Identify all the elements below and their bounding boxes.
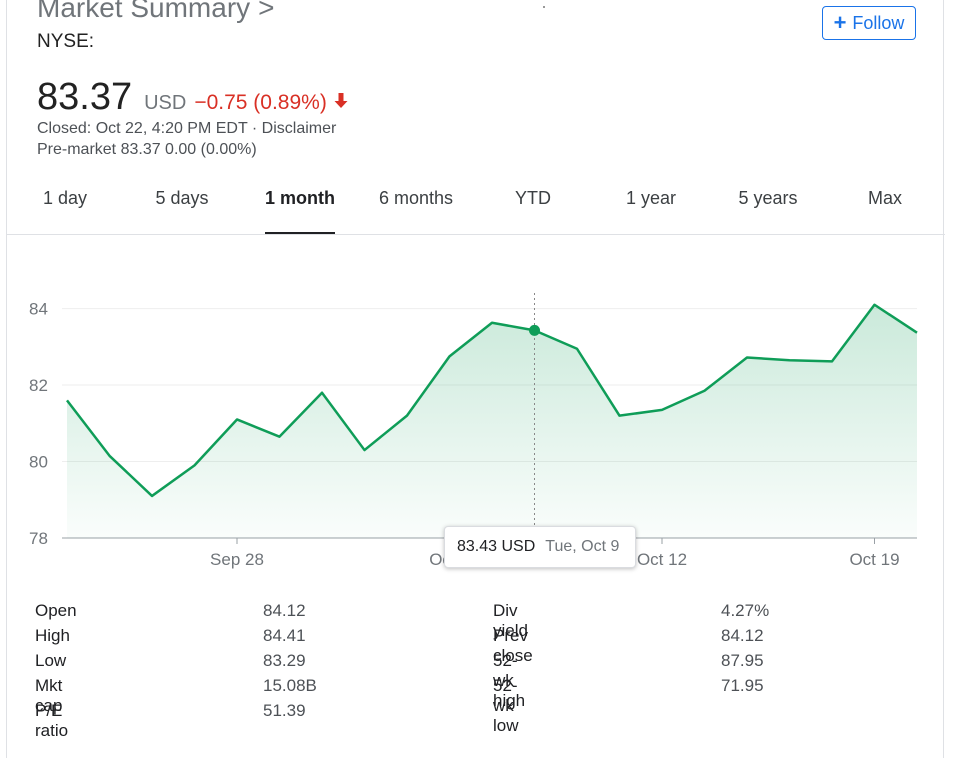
highlight-point: [529, 325, 540, 336]
tab-ytd[interactable]: YTD: [515, 188, 551, 236]
tab-6-months[interactable]: 6 months: [379, 188, 453, 236]
stat-value: 4.27%: [721, 601, 769, 621]
follow-label: Follow: [852, 13, 904, 34]
page-title[interactable]: Market Summary >: [37, 0, 275, 24]
plus-icon: +: [834, 12, 847, 34]
tabs-divider: [7, 234, 945, 235]
x-tick-label: Oct 12: [637, 550, 687, 569]
closed-status: Closed: Oct 22, 4:20 PM EDT · Disclaimer: [37, 120, 336, 138]
stat-value: 84.12: [263, 601, 306, 621]
chart-tooltip: 83.43 USD Tue, Oct 9: [444, 526, 636, 568]
follow-button[interactable]: + Follow: [822, 6, 916, 40]
stat-value: 71.95: [721, 676, 764, 696]
currency-label: USD: [144, 92, 186, 115]
arrow-down-icon: [333, 91, 349, 109]
stat-label: P/E ratio: [35, 701, 68, 741]
price-change: −0.75 (0.89%): [194, 91, 327, 115]
current-price: 83.37: [37, 76, 132, 119]
tooltip-date: Tue, Oct 9: [545, 538, 619, 556]
premarket-status: Pre-market 83.37 0.00 (0.00%): [37, 141, 257, 159]
tab-5-days[interactable]: 5 days: [155, 188, 208, 236]
stat-label: Open: [35, 601, 77, 621]
price-row: 83.37 USD −0.75 (0.89%): [37, 76, 349, 119]
stat-label: High: [35, 626, 70, 646]
stat-value: 83.29: [263, 651, 306, 671]
market-summary-card: Market Summary > NYSE: + Follow 83.37 USD…: [6, 0, 944, 758]
y-tick-label: 80: [29, 453, 48, 472]
tab-max[interactable]: Max: [868, 188, 902, 236]
stat-value: 51.39: [263, 701, 306, 721]
area-fill: [67, 305, 917, 538]
stat-value: 84.12: [721, 626, 764, 646]
tab-1-month[interactable]: 1 month: [265, 188, 335, 236]
chevron-right-icon: >: [258, 0, 274, 23]
tab-1-day[interactable]: 1 day: [43, 188, 87, 236]
stat-value: 15.08B: [263, 676, 317, 696]
x-tick-label: Sep 28: [210, 550, 264, 569]
range-tabs: 1 day 5 days 1 month 6 months YTD 1 year 5 yea…: [7, 188, 945, 236]
y-tick-label: 82: [29, 376, 48, 395]
y-tick-label: 84: [29, 300, 48, 319]
y-tick-label: 78: [29, 529, 48, 548]
tab-1-year[interactable]: 1 year: [626, 188, 676, 236]
stat-value: 84.41: [263, 626, 306, 646]
x-tick-label: Oct 19: [849, 550, 899, 569]
stat-label: 52-wk low: [493, 676, 519, 736]
stat-value: 87.95: [721, 651, 764, 671]
exchange-label: NYSE:: [37, 31, 94, 53]
tab-5-years[interactable]: 5 years: [738, 188, 797, 236]
tooltip-value: 83.43 USD: [457, 538, 535, 556]
title-text: Market Summary: [37, 0, 250, 23]
stat-label: Low: [35, 651, 66, 671]
